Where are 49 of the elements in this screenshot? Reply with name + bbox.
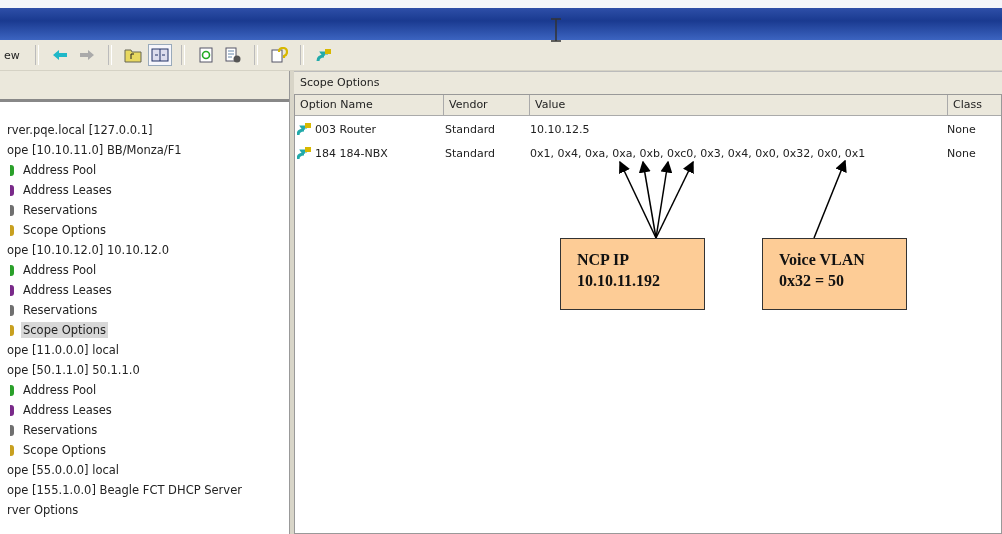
table-cell: 0x1, 0x4, 0xa, 0xa, 0xb, 0xc0, 0x3, 0x4, 0x0, 0x32, 0x0, 0x1 [530,146,866,160]
network-icon [315,47,334,63]
pane-title: Scope Options [294,71,1002,94]
callout-text: 0x32 = 50 [779,271,845,291]
tree-item[interactable]: ope [55.0.0.0] local [5,462,122,478]
table-cell: 10.10.12.5 [530,122,590,136]
tree-item[interactable]: rver.pqe.local [127.0.0.1] [5,122,155,138]
option-icon [297,145,313,161]
table-cell: None [947,146,976,160]
tree-item[interactable]: ope [50.1.1.0] 50.1.1.0 [5,362,142,378]
tree-item[interactable]: Reservations [21,202,100,218]
refresh-icon [196,47,215,63]
folder-icon [123,47,142,63]
tree-item[interactable]: Reservations [21,302,100,318]
callout-text: NCP IP [577,250,629,270]
text-cursor-icon [550,18,562,42]
tree-item[interactable]: Address Leases [21,402,114,418]
tree-item[interactable]: Address Pool [21,382,99,398]
tree-item[interactable]: Address Pool [21,262,99,278]
tree-item[interactable]: Scope Options [21,322,109,338]
option-icon [297,121,313,137]
column-header[interactable]: Class [948,95,1001,115]
pane-toggle-button[interactable] [147,44,172,66]
list-icon [223,47,242,63]
forward-arrow-icon [77,47,96,63]
tree-item[interactable]: rver Options [5,502,81,518]
callout-text: 10.10.11.192 [577,271,661,291]
table-cell: Standard [445,146,496,160]
column-header[interactable]: Vendor [444,95,530,115]
tree-item[interactable]: Reservations [21,422,100,438]
tree-item[interactable]: ope [10.10.11.0] BB/Monza/F1 [5,142,184,158]
tree-item[interactable]: Address Leases [21,282,114,298]
column-header[interactable]: Value [530,95,948,115]
tree-item[interactable]: Address Pool [21,162,99,178]
panes-icon [150,47,169,63]
help-icon [269,47,288,63]
tree-item[interactable]: ope [155.1.0.0] Beagle FCT DHCP Server [5,482,244,498]
table-cell: Standard [445,122,496,136]
tree-item[interactable]: Scope Options [21,442,109,458]
tree-item[interactable]: ope [11.0.0.0] local [5,342,122,358]
table-cell: 184 184-NBX [315,146,388,160]
view-menu[interactable]: ew [4,48,20,62]
column-header[interactable]: Option Name [295,95,444,115]
tree-item[interactable]: Address Leases [21,182,114,198]
tree-item[interactable]: Scope Options [21,222,109,238]
table-cell: 003 Router [315,122,376,136]
table-cell: None [947,122,976,136]
callout-text: Voice VLAN [779,250,865,270]
tree-item[interactable]: ope [10.10.12.0] 10.10.12.0 [5,242,172,258]
